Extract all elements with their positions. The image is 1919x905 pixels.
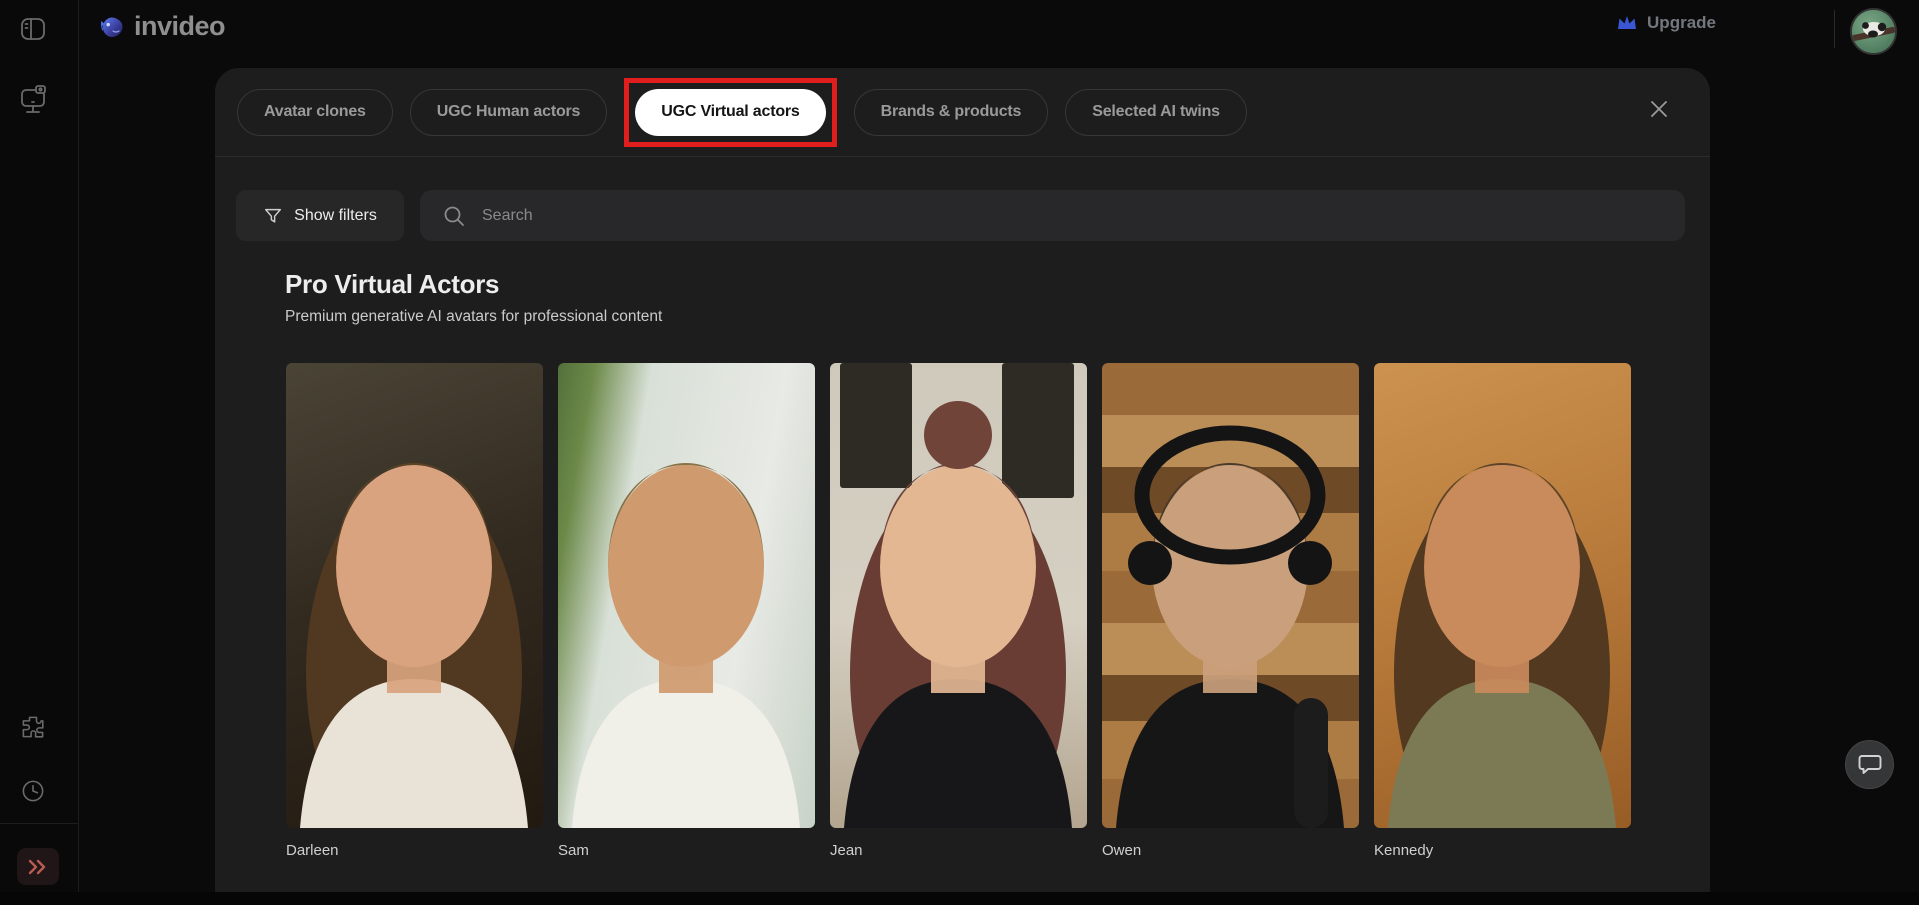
bottom-edge-strip: [0, 892, 1919, 905]
logo-text: invideo: [134, 11, 226, 41]
search-input[interactable]: [482, 190, 1685, 241]
crown-icon: [1618, 16, 1637, 29]
account-avatar[interactable]: [1850, 8, 1897, 55]
actor-card-owen[interactable]: Owen: [1102, 363, 1359, 859]
search-icon: [444, 206, 464, 226]
actor-name: Kennedy: [1374, 842, 1434, 859]
actor-card-kennedy[interactable]: Kennedy: [1374, 363, 1631, 859]
actor-photo: [1102, 363, 1359, 828]
screen-recorder-icon[interactable]: [16, 82, 50, 116]
search-bar: [420, 190, 1685, 241]
tab-ugc-virtual-actors[interactable]: UGC Virtual actors: [635, 88, 826, 136]
actor-name: Owen: [1102, 842, 1142, 859]
expand-sidebar-button[interactable]: [17, 848, 59, 885]
show-filters-button[interactable]: Show filters: [236, 190, 404, 241]
upgrade-button[interactable]: Upgrade: [1616, 13, 1716, 33]
sidebar-toggle-icon[interactable]: [16, 12, 50, 46]
section-title: Pro Virtual Actors: [285, 269, 500, 299]
tab-label: Brands & products: [880, 103, 1022, 120]
tab-label: Selected AI twins: [1092, 103, 1220, 120]
topbar: invideo Upgrade: [80, 0, 1919, 56]
history-icon[interactable]: [16, 774, 50, 808]
invideo-fish-icon: [101, 16, 123, 37]
actor-card-grid: Darleen Sam Jean Owen Kennedy: [286, 363, 1631, 859]
filter-funnel-icon: [265, 208, 282, 223]
tab-label: UGC Virtual actors: [661, 103, 800, 120]
tab-label: Avatar clones: [264, 103, 366, 120]
tab-brands-products[interactable]: Brands & products: [853, 88, 1049, 136]
actor-name: Sam: [558, 842, 589, 859]
actor-picker-modal: Avatar clones UGC Human actors UGC Virtu…: [215, 68, 1710, 905]
sidebar-divider: [0, 823, 79, 824]
actor-photo: [1374, 363, 1631, 828]
tab-label: UGC Human actors: [436, 103, 581, 120]
close-icon: [1651, 101, 1667, 117]
show-filters-label: Show filters: [294, 206, 377, 224]
invideo-logo[interactable]: invideo: [96, 11, 226, 42]
chat-support-button[interactable]: [1845, 740, 1894, 789]
actor-photo: [286, 363, 543, 828]
tab-avatar-clones[interactable]: Avatar clones: [237, 88, 393, 136]
actor-card-jean[interactable]: Jean: [830, 363, 1087, 859]
panda-avatar-image: [1852, 10, 1895, 53]
topbar-divider: [1834, 10, 1835, 48]
upgrade-label: Upgrade: [1647, 13, 1716, 32]
chat-bubble-icon: [1858, 755, 1881, 774]
actor-card-sam[interactable]: Sam: [558, 363, 815, 859]
actor-card-darleen[interactable]: Darleen: [286, 363, 543, 859]
tab-ugc-human-actors[interactable]: UGC Human actors: [409, 88, 608, 136]
modal-tabs-header: Avatar clones UGC Human actors UGC Virtu…: [215, 68, 1710, 157]
close-modal-button[interactable]: [1642, 92, 1676, 126]
actor-photo: [830, 363, 1087, 828]
actor-name: Darleen: [286, 842, 339, 859]
plugins-icon[interactable]: [16, 710, 50, 744]
actor-photo: [558, 363, 815, 828]
section-subtitle: Premium generative AI avatars for profes…: [285, 308, 663, 325]
actor-name: Jean: [830, 842, 863, 859]
sidebar: [0, 0, 79, 905]
click-highlight-box: UGC Virtual actors: [624, 77, 837, 147]
tab-selected-ai-twins[interactable]: Selected AI twins: [1065, 88, 1247, 136]
chevrons-right-icon: [28, 859, 46, 874]
